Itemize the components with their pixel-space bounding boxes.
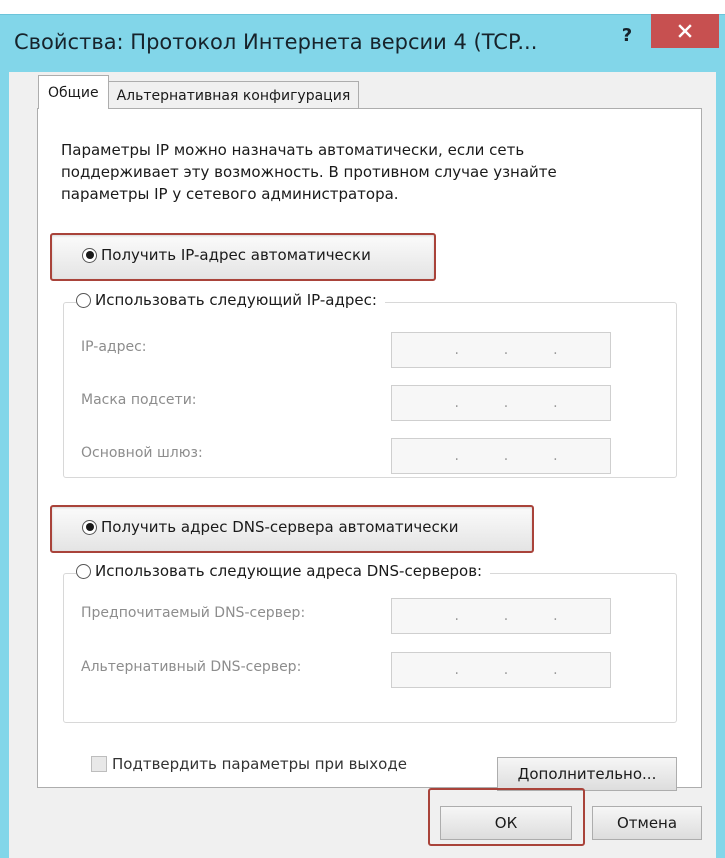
dialog-window: Свойства: Протокол Интернета версии 4 (T… bbox=[0, 0, 725, 858]
ip-octet-separator: . bbox=[454, 342, 459, 358]
ip-auto-label: Получить IP-адрес автоматически bbox=[101, 246, 371, 264]
intro-line-3: параметры IP у сетевого администратора. bbox=[61, 185, 399, 203]
subnet-mask-label: Маска подсети: bbox=[81, 392, 197, 408]
ip-address-field[interactable]: . . . bbox=[391, 332, 611, 368]
validate-checkbox-row[interactable]: Подтвердить параметры при выходе bbox=[91, 755, 407, 773]
ip-octet-separator: . bbox=[454, 608, 459, 624]
dns-preferred-label: Предпочитаемый DNS-сервер: bbox=[81, 605, 306, 621]
validate-label: Подтвердить параметры при выходе bbox=[112, 755, 407, 773]
general-tab-panel: Параметры IP можно назначать автоматичес… bbox=[37, 108, 702, 791]
ip-octet-separator: . bbox=[553, 448, 558, 464]
validate-checkbox[interactable] bbox=[91, 756, 107, 772]
window-title: Свойства: Протокол Интернета версии 4 (T… bbox=[14, 30, 538, 54]
ip-octet-separator: . bbox=[454, 395, 459, 411]
ip-octet-separator: . bbox=[553, 395, 558, 411]
ip-octet-separator: . bbox=[553, 342, 558, 358]
gateway-field[interactable]: . . . bbox=[391, 438, 611, 474]
close-button[interactable] bbox=[651, 14, 719, 48]
ip-octet-separator: . bbox=[454, 662, 459, 678]
ip-octet-separator: . bbox=[503, 395, 509, 411]
ip-auto-radio-row[interactable]: Получить IP-адрес автоматически bbox=[82, 246, 371, 264]
ip-manual-radio-row[interactable]: Использовать следующий IP-адрес: bbox=[76, 291, 385, 309]
tab-general[interactable]: Общие bbox=[38, 75, 109, 109]
ip-manual-label: Использовать следующий IP-адрес: bbox=[95, 291, 377, 309]
dialog-client-area: Общие Альтернативная конфигурация Параме… bbox=[9, 72, 716, 858]
ip-manual-radio[interactable] bbox=[76, 292, 91, 308]
ok-button[interactable]: ОК bbox=[440, 806, 572, 840]
title-bar[interactable]: Свойства: Протокол Интернета версии 4 (T… bbox=[0, 14, 725, 72]
radio-selected-dot bbox=[85, 523, 94, 531]
close-icon bbox=[678, 24, 692, 38]
advanced-button[interactable]: Дополнительно... bbox=[497, 757, 677, 791]
subnet-mask-field[interactable]: . . . bbox=[391, 385, 611, 421]
dns-auto-radio[interactable] bbox=[82, 519, 97, 535]
ip-auto-radio[interactable] bbox=[82, 247, 97, 263]
ip-address-label: IP-адрес: bbox=[81, 339, 147, 355]
ip-octet-separator: . bbox=[503, 662, 509, 678]
gateway-label: Основной шлюз: bbox=[81, 445, 203, 461]
intro-line-2: поддерживает эту возможность. В противно… bbox=[61, 163, 557, 181]
ip-octet-separator: . bbox=[503, 342, 509, 358]
tab-alternate-config[interactable]: Альтернативная конфигурация bbox=[107, 81, 360, 109]
dns-alternate-label: Альтернативный DNS-сервер: bbox=[81, 659, 302, 675]
ip-octet-separator: . bbox=[553, 608, 558, 624]
intro-text: Параметры IP можно назначать автоматичес… bbox=[61, 139, 661, 205]
dns-preferred-field[interactable]: . . . bbox=[391, 598, 611, 634]
cancel-button[interactable]: Отмена bbox=[592, 806, 702, 840]
ip-octet-separator: . bbox=[553, 662, 558, 678]
ip-octet-separator: . bbox=[454, 448, 459, 464]
help-button[interactable]: ? bbox=[608, 20, 646, 50]
dns-manual-radio[interactable] bbox=[76, 563, 91, 579]
tab-strip: Общие Альтернативная конфигурация bbox=[38, 75, 360, 109]
dns-manual-label: Использовать следующие адреса DNS-сервер… bbox=[95, 562, 483, 580]
radio-selected-dot bbox=[85, 251, 94, 259]
dns-auto-label: Получить адрес DNS-сервера автоматически bbox=[101, 518, 459, 536]
dns-alternate-field[interactable]: . . . bbox=[391, 652, 611, 688]
intro-line-1: Параметры IP можно назначать автоматичес… bbox=[61, 141, 525, 159]
dns-manual-radio-row[interactable]: Использовать следующие адреса DNS-сервер… bbox=[76, 562, 491, 580]
dns-auto-radio-row[interactable]: Получить адрес DNS-сервера автоматически bbox=[82, 518, 459, 536]
ip-octet-separator: . bbox=[503, 448, 509, 464]
dns-manual-group bbox=[63, 573, 677, 723]
ip-octet-separator: . bbox=[503, 608, 509, 624]
